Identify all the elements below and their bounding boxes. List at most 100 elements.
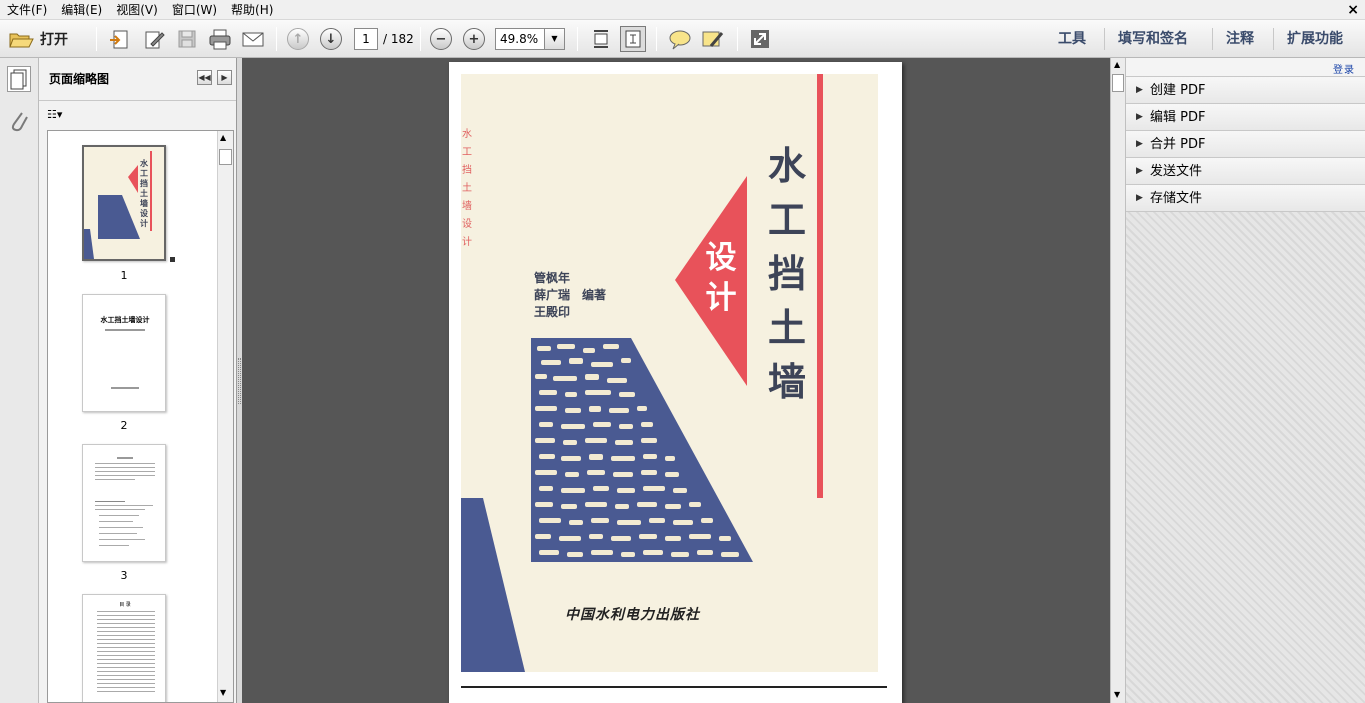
comment-button[interactable]	[667, 26, 693, 52]
menu-file[interactable]: 文件(F)	[0, 0, 54, 20]
thumbnail-page-4[interactable]: 目 录	[82, 594, 166, 702]
print-button[interactable]	[207, 26, 233, 52]
document-area[interactable]: 水 工 挡 土 墙 设 计 设 计 水 工 挡 土 墙 管枫年 薛广瑞 编著 王…	[242, 58, 1110, 703]
thumbnail-number: 1	[120, 269, 128, 282]
menu-bar: 文件(F) 编辑(E) 视图(V) 窗口(W) 帮助(H) ×	[0, 0, 1365, 20]
previous-page-button[interactable]: ↑	[287, 26, 309, 52]
panel-title: 页面缩略图	[49, 72, 110, 86]
thumbnail-toc-lines	[97, 611, 155, 692]
author-line: 王殿印	[534, 305, 571, 319]
highlight-button[interactable]	[700, 26, 726, 52]
tab-separator	[1104, 28, 1105, 50]
task-label: 编辑 PDF	[1150, 110, 1206, 125]
thumbnail-resize-handle[interactable]	[170, 257, 175, 262]
tab-comment[interactable]: 注释	[1226, 28, 1254, 48]
author-line: 管枫年	[534, 271, 571, 285]
task-label: 存储文件	[1150, 191, 1203, 206]
zoom-input[interactable]: 49.8%	[495, 28, 545, 50]
scrollbar-thumb[interactable]	[219, 149, 232, 165]
zoom-out-button[interactable]: −	[430, 26, 452, 52]
scroll-down-icon[interactable]: ▼	[1114, 690, 1120, 699]
title-char: 水	[767, 143, 806, 188]
splitter-grip	[238, 358, 241, 404]
zoom-in-button[interactable]: +	[463, 26, 485, 52]
thumbnail-page-3[interactable]	[82, 444, 166, 562]
fit-page-button[interactable]	[620, 26, 646, 52]
thumbnail-number: 2	[120, 419, 128, 432]
create-document-icon	[110, 30, 128, 49]
highlighter-icon	[702, 31, 724, 47]
page-thumbnails-button[interactable]	[7, 66, 31, 92]
page-number-input[interactable]: 1	[354, 28, 378, 50]
thumbnail-page-1[interactable]: 水工挡土墙设计	[82, 145, 166, 261]
thumbnail-text-line	[105, 329, 145, 331]
folder-open-icon	[9, 33, 34, 48]
thumbnail-cover-art	[84, 165, 140, 259]
task-store-file[interactable]: ▶ 存储文件	[1126, 185, 1365, 212]
navigation-strip	[0, 58, 39, 703]
toolbar-separator	[276, 27, 277, 51]
login-link[interactable]: 登录	[1333, 61, 1355, 76]
cover-image: 水 工 挡 土 墙 设 计 设 计 水 工 挡 土 墙 管枫年 薛广瑞 编著 王…	[461, 74, 878, 672]
thumbnail-page-2[interactable]: 水工挡土墙设计	[82, 294, 166, 412]
speech-bubble-icon	[669, 30, 691, 50]
edit-icon	[145, 31, 165, 49]
next-page-button[interactable]: ↓	[320, 26, 342, 52]
task-combine-pdf[interactable]: ▶ 合并 PDF	[1126, 131, 1365, 158]
menu-view[interactable]: 视图(V)	[109, 0, 165, 20]
document-scrollbar[interactable]: ▲ ▼	[1110, 58, 1126, 703]
menu-window[interactable]: 窗口(W)	[165, 0, 224, 20]
title-char: 挡	[767, 251, 806, 296]
expand-triangle-icon: ▶	[1136, 166, 1143, 176]
tab-fill-sign[interactable]: 填写和签名	[1118, 28, 1188, 48]
edit-document-button[interactable]	[141, 26, 167, 52]
thumbnail-title: 水工挡土墙设计	[100, 316, 150, 324]
full-screen-button[interactable]	[748, 26, 772, 52]
email-button[interactable]	[240, 26, 266, 52]
fit-width-icon	[594, 30, 608, 48]
task-send-file[interactable]: ▶ 发送文件	[1126, 158, 1365, 185]
task-edit-pdf[interactable]: ▶ 编辑 PDF	[1126, 104, 1365, 131]
tab-extended[interactable]: 扩展功能	[1287, 28, 1343, 48]
task-pane: 登录 ▶ 创建 PDF ▶ 编辑 PDF ▶ 合并 PDF ▶ 发送文件 ▶ 存储文件	[1126, 58, 1365, 703]
title-char: 工	[767, 197, 806, 242]
close-document-button[interactable]: ×	[1347, 1, 1359, 19]
attachments-button[interactable]	[8, 108, 30, 134]
expand-triangle-icon: ▶	[1136, 193, 1143, 203]
task-label: 合并 PDF	[1150, 137, 1206, 152]
thumbnail-title: 目 录	[119, 602, 131, 608]
panel-divider	[39, 100, 236, 101]
open-label: 打开	[40, 32, 68, 48]
open-button[interactable]: 打开	[8, 26, 68, 52]
save-button[interactable]	[174, 26, 200, 52]
scroll-up-icon[interactable]: ▲	[1114, 60, 1120, 69]
task-create-pdf[interactable]: ▶ 创建 PDF	[1126, 77, 1365, 104]
scroll-down-icon[interactable]: ▼	[220, 688, 226, 697]
scroll-up-icon[interactable]: ▲	[220, 133, 226, 142]
subtitle-char: 计	[705, 280, 737, 316]
create-pdf-button[interactable]	[106, 26, 132, 52]
cover-graphics	[461, 176, 753, 672]
thumbnail-number: 3	[120, 569, 128, 582]
expand-panel-button[interactable]: ▶	[217, 70, 232, 85]
thumbnail-scrollbar[interactable]: ▲ ▼	[217, 131, 233, 702]
subtitle-char: 设	[705, 240, 737, 276]
plus-icon: +	[463, 28, 485, 50]
paperclip-icon	[11, 112, 28, 132]
collapse-panel-button[interactable]: ◀◀	[197, 70, 212, 85]
thumbnail-options-button[interactable]: ☷▾	[47, 106, 73, 124]
tab-tools[interactable]: 工具	[1058, 28, 1086, 48]
tab-separator	[1273, 28, 1274, 50]
scrollbar-thumb[interactable]	[1112, 74, 1124, 92]
zoom-dropdown-button[interactable]: ▼	[545, 28, 565, 50]
toolbar: 打开 ↑ ↓ 1 / 182 − + 49.8% ▼ 工具 填写和签名 注释 扩…	[0, 20, 1365, 58]
toolbar-separator	[577, 27, 578, 51]
cover-publisher: 中国水利电力出版社	[565, 607, 700, 623]
menu-help[interactable]: 帮助(H)	[224, 0, 280, 20]
minus-icon: −	[430, 28, 452, 50]
thumbnail-text-lines	[95, 457, 155, 546]
options-menu-icon: ☷▾	[47, 108, 63, 121]
thumbnail-list[interactable]: 水工挡土墙设计 1 水工挡土墙设计 2 3 目 录 ▲ ▼	[47, 130, 234, 703]
menu-edit[interactable]: 编辑(E)	[54, 0, 109, 20]
scroll-mode-button[interactable]	[589, 26, 613, 52]
